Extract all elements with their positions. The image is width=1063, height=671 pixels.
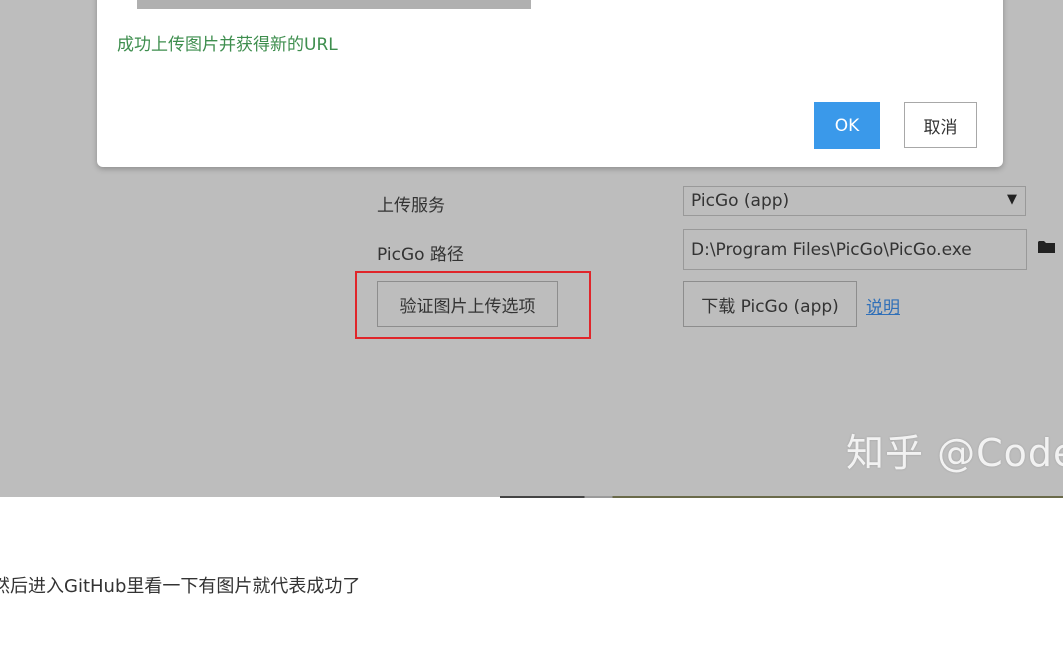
picgo-path-label: PicGo 路径 [377, 245, 464, 265]
cancel-button[interactable]: 取消 [904, 102, 977, 148]
article-paragraph: 然后进入GitHub里看一下有图片就代表成功了 [0, 576, 361, 597]
upload-result-dialog: 成功上传图片并获得新的URL OK 取消 [97, 0, 1003, 167]
picgo-path-input[interactable]: D:\Program Files\PicGo\PicGo.exe [683, 229, 1027, 270]
ok-button[interactable]: OK [814, 102, 880, 149]
upload-service-value: PicGo (app) [691, 191, 790, 211]
picgo-path-value: D:\Program Files\PicGo\PicGo.exe [691, 240, 972, 260]
uploaded-image-preview [137, 0, 531, 9]
dropdown-arrow-icon: ▼ [1007, 192, 1017, 207]
success-message: 成功上传图片并获得新的URL [117, 35, 338, 55]
verify-upload-button[interactable]: 验证图片上传选项 [377, 281, 558, 327]
screenshot-image: 成功上传图片并获得新的URL OK 取消 上传服务 PicGo (app) ▼ … [0, 0, 1063, 497]
download-picgo-button[interactable]: 下载 PicGo (app) [683, 281, 857, 327]
upload-service-label: 上传服务 [377, 196, 445, 216]
upload-service-select[interactable]: PicGo (app) ▼ [683, 186, 1026, 216]
watermark: 知乎 @CodeB [846, 431, 1063, 475]
help-link[interactable]: 说明 [866, 293, 900, 318]
folder-icon[interactable] [1038, 240, 1056, 254]
image-edge-strip [500, 496, 1063, 498]
